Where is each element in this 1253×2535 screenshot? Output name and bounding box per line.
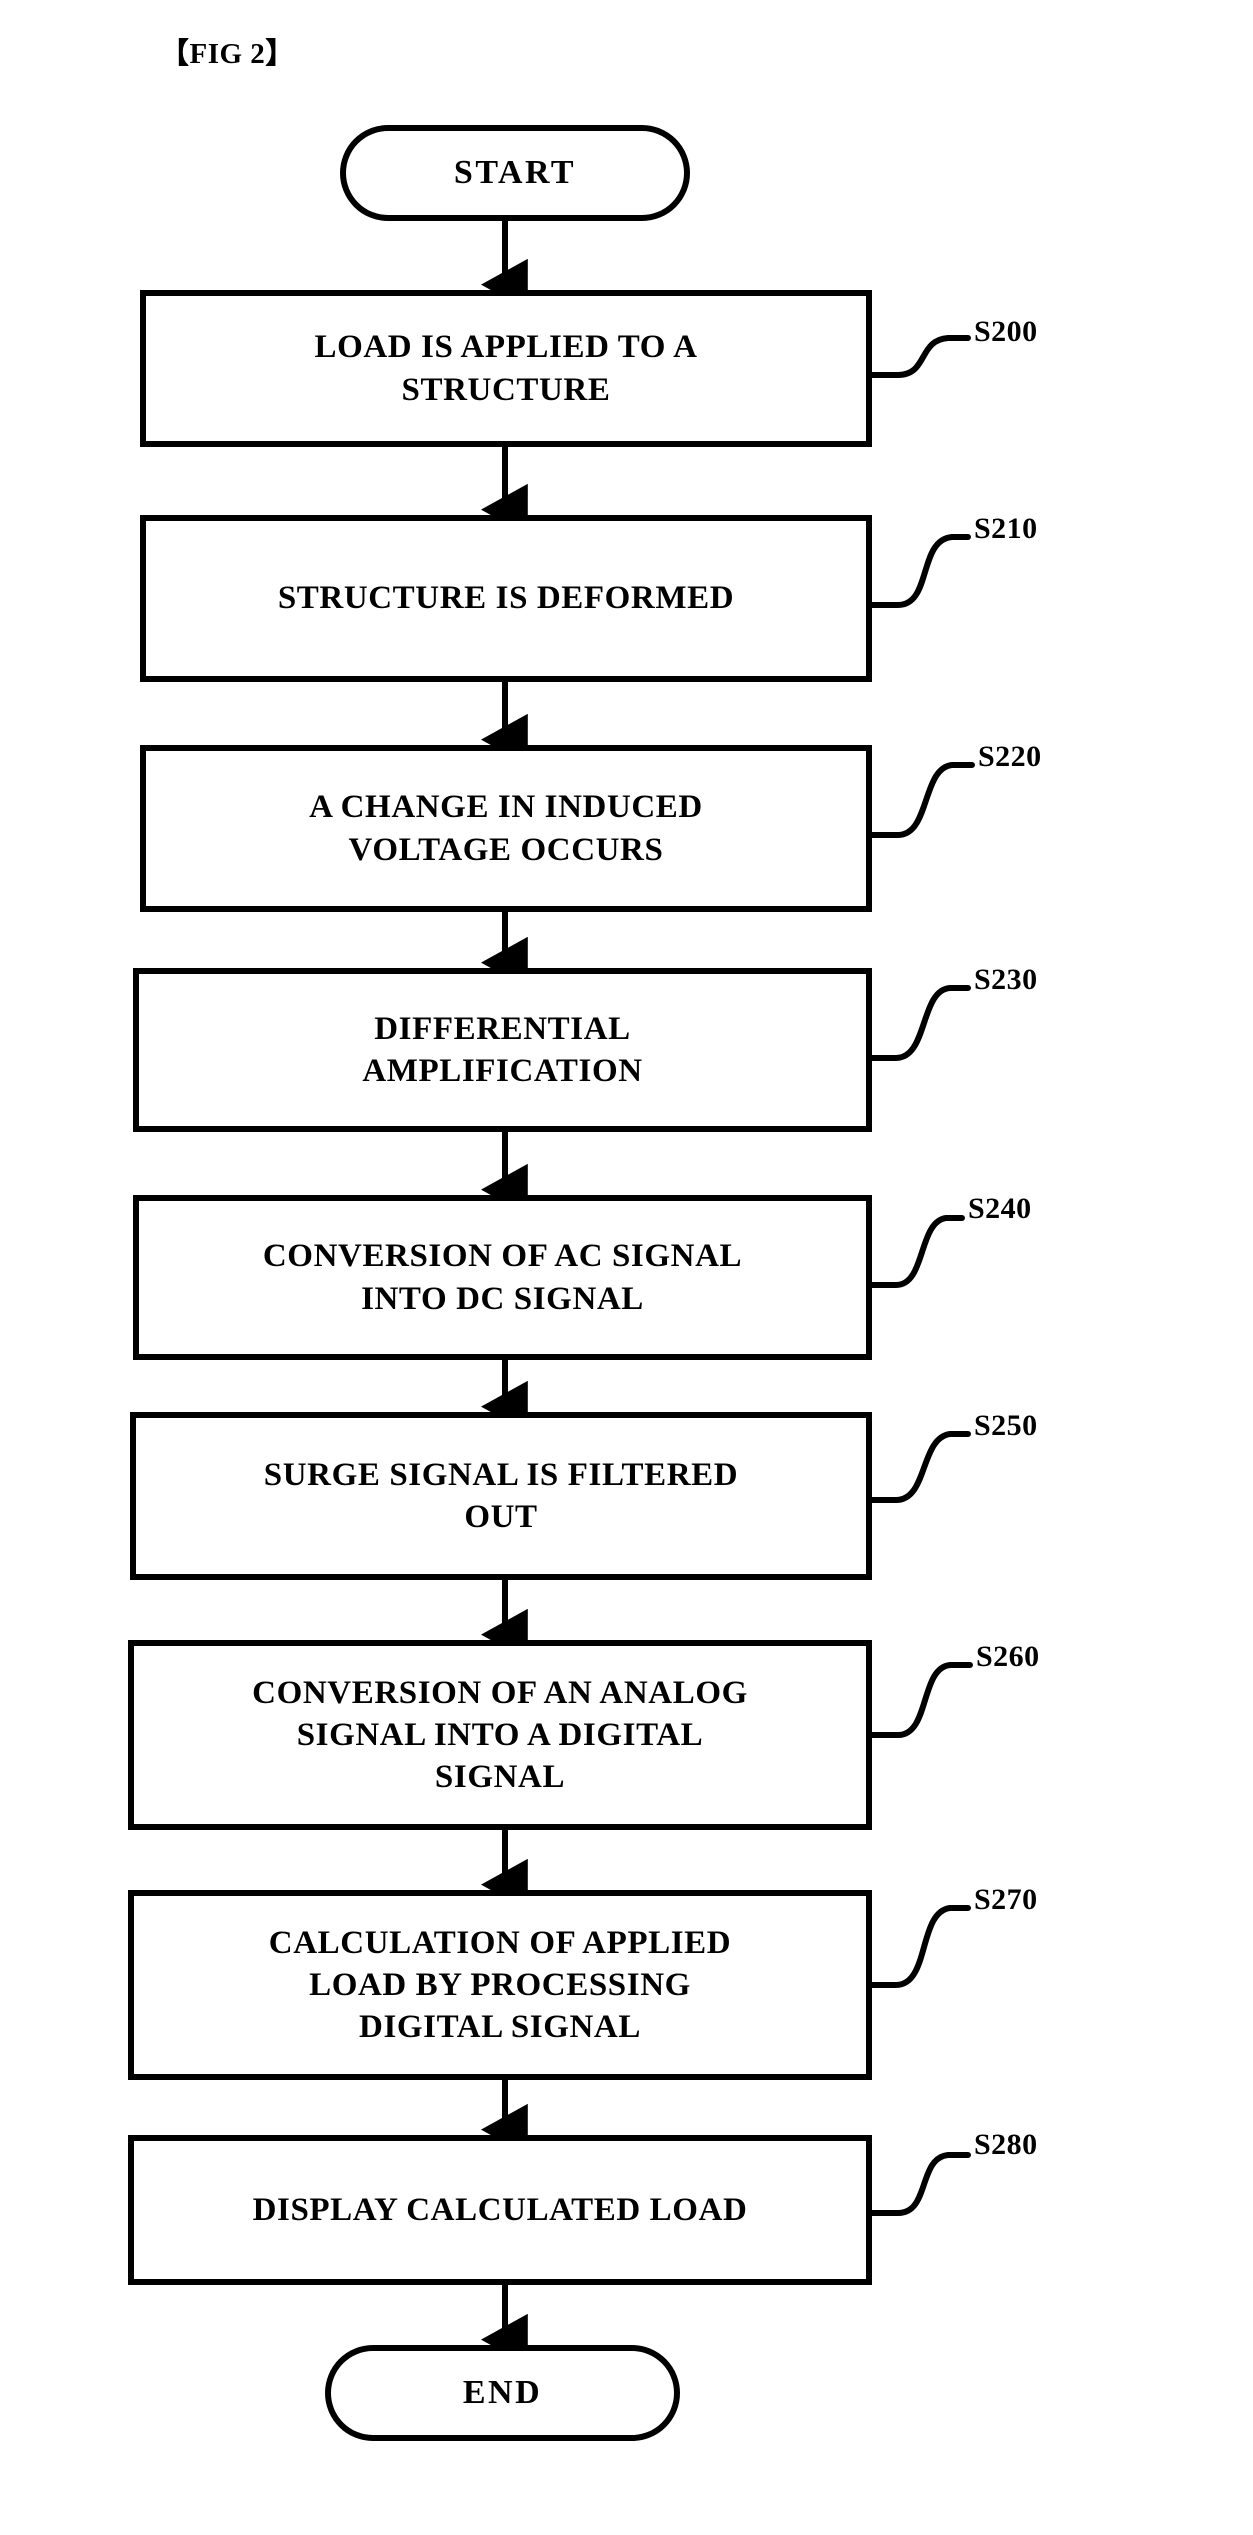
- node-s210-label: STRUCTURE IS DEFORMED: [277, 580, 735, 617]
- leader-s200: [869, 335, 971, 378]
- node-start[interactable]: START: [340, 125, 690, 221]
- step-ref-s200: S200: [974, 315, 1038, 348]
- step-ref-s250: S250: [974, 1409, 1038, 1442]
- step-ref-s230: S230: [974, 963, 1038, 996]
- figure-page: 【FIG 2】 START LOAD IS APPLIED TO A STRUC…: [0, 0, 1253, 2535]
- node-s260-label: CONVERSION OF AN ANALOG SIGNAL INTO A DI…: [252, 1674, 748, 1796]
- node-s280-label: DISPLAY CALCULATED LOAD: [252, 2191, 748, 2228]
- leader-s250: [869, 1431, 971, 1503]
- node-s200-label: LOAD IS APPLIED TO A STRUCTURE: [314, 329, 698, 408]
- leader-s240: [869, 1215, 965, 1288]
- leader-s270: [869, 1905, 971, 1988]
- node-s200[interactable]: LOAD IS APPLIED TO A STRUCTURE: [140, 290, 872, 447]
- leader-s220: [869, 762, 975, 838]
- node-s230-label: DIFFERENTIAL AMPLIFICATION: [362, 1010, 643, 1089]
- leader-s280: [869, 2152, 971, 2216]
- node-s230[interactable]: DIFFERENTIAL AMPLIFICATION: [133, 968, 872, 1132]
- node-end-label: END: [462, 2374, 543, 2412]
- node-s250[interactable]: SURGE SIGNAL IS FILTERED OUT: [130, 1412, 872, 1580]
- node-s270-label: CALCULATION OF APPLIED LOAD BY PROCESSIN…: [268, 1924, 732, 2046]
- figure-title: 【FIG 2】: [160, 38, 295, 70]
- node-s250-label: SURGE SIGNAL IS FILTERED OUT: [263, 1456, 739, 1535]
- step-ref-s270: S270: [974, 1883, 1038, 1916]
- node-s270[interactable]: CALCULATION OF APPLIED LOAD BY PROCESSIN…: [128, 1890, 872, 2080]
- step-ref-s260: S260: [976, 1640, 1040, 1673]
- node-end[interactable]: END: [325, 2345, 680, 2441]
- node-s210[interactable]: STRUCTURE IS DEFORMED: [140, 515, 872, 682]
- node-s240-label: CONVERSION OF AC SIGNAL INTO DC SIGNAL: [262, 1238, 743, 1317]
- node-s280[interactable]: DISPLAY CALCULATED LOAD: [128, 2135, 872, 2285]
- step-ref-s240: S240: [968, 1192, 1032, 1225]
- node-s260[interactable]: CONVERSION OF AN ANALOG SIGNAL INTO A DI…: [128, 1640, 872, 1830]
- node-s240[interactable]: CONVERSION OF AC SIGNAL INTO DC SIGNAL: [133, 1195, 872, 1360]
- step-ref-s210: S210: [974, 512, 1038, 545]
- node-s220[interactable]: A CHANGE IN INDUCED VOLTAGE OCCURS: [140, 745, 872, 912]
- leader-s210: [869, 534, 971, 608]
- step-ref-s220: S220: [978, 740, 1042, 773]
- node-s220-label: A CHANGE IN INDUCED VOLTAGE OCCURS: [309, 789, 703, 868]
- leader-s230: [869, 985, 971, 1061]
- leader-s260: [869, 1662, 973, 1738]
- step-ref-s280: S280: [974, 2128, 1038, 2161]
- node-start-label: START: [453, 154, 577, 192]
